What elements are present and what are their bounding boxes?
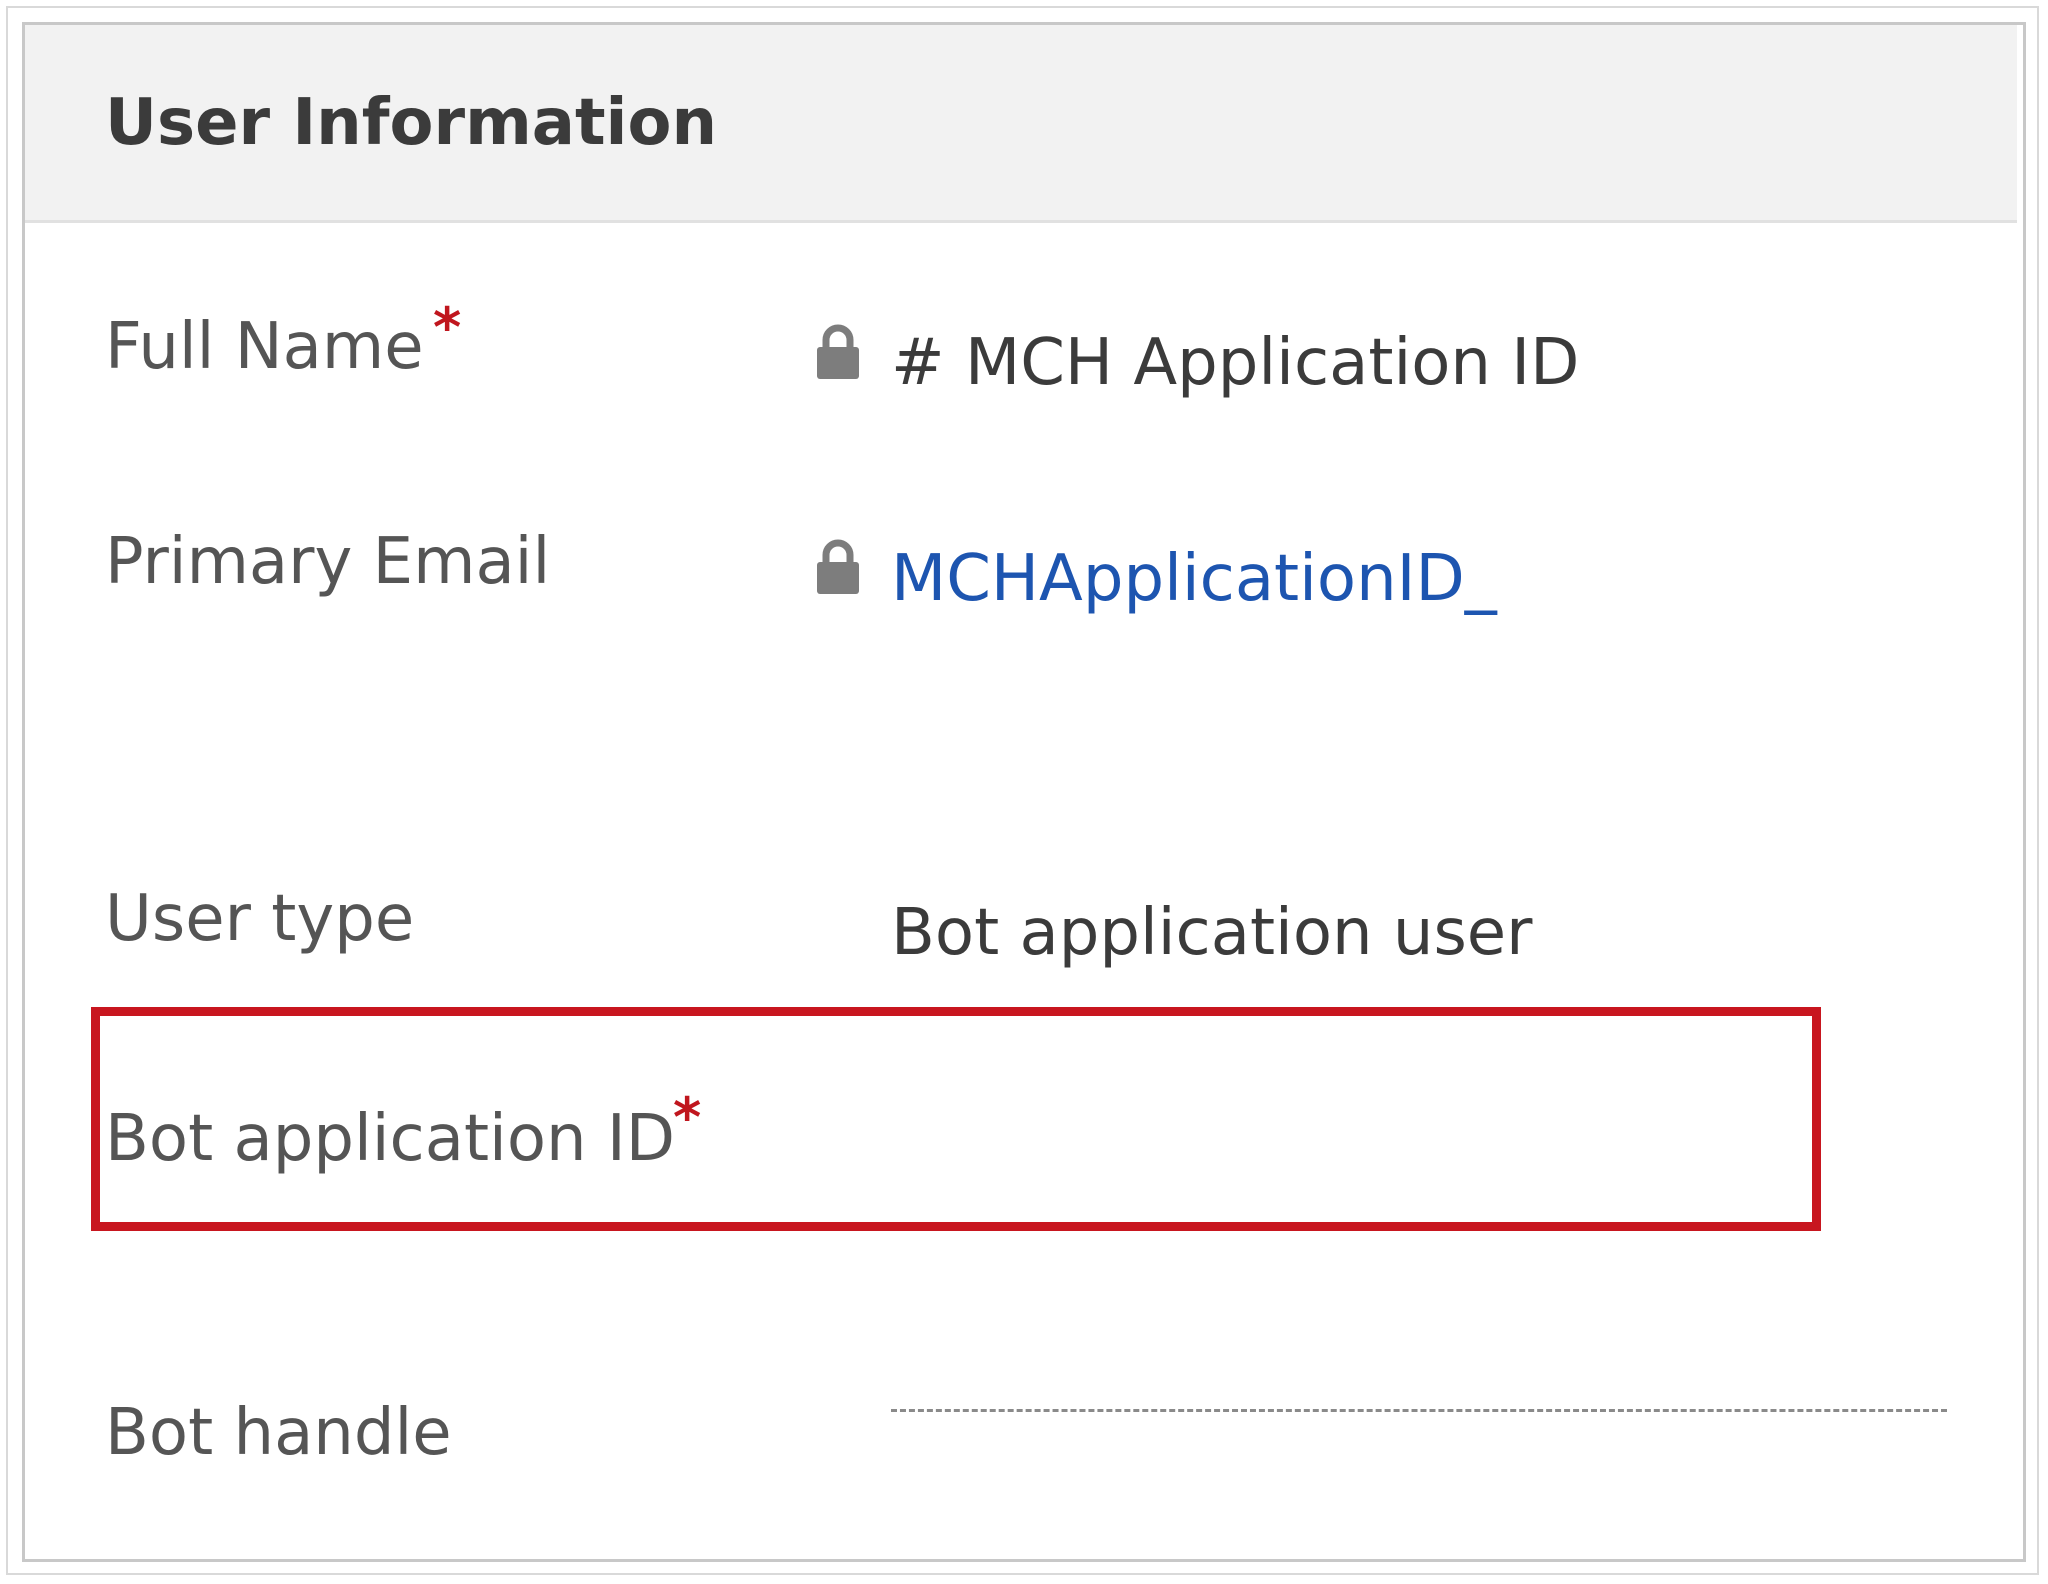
bot-handle-label: Bot handle bbox=[105, 1396, 452, 1470]
user-type-label: User type bbox=[105, 882, 415, 956]
lock-icon bbox=[815, 538, 861, 596]
user-information-card: User Information Full Name * # MCH Appli… bbox=[22, 22, 2026, 1562]
lock-icon bbox=[815, 323, 861, 381]
full-name-value: # MCH Application ID bbox=[891, 326, 1580, 400]
primary-email-link[interactable]: MCHApplicationID_ bbox=[891, 547, 1497, 611]
primary-email-label: Primary Email bbox=[105, 525, 551, 599]
section-header: User Information bbox=[25, 25, 2017, 223]
bot-application-id-value[interactable] bbox=[891, 1107, 1691, 1171]
full-name-label: Full Name bbox=[105, 310, 424, 384]
user-type-value: Bot application user bbox=[891, 896, 1533, 970]
bot-application-id-label: Bot application ID bbox=[105, 1102, 676, 1176]
section-title: User Information bbox=[105, 86, 717, 160]
full-name-required-mark: * bbox=[433, 296, 462, 359]
bot-application-id-required-mark: * bbox=[673, 1086, 702, 1149]
bot-handle-empty-input[interactable] bbox=[891, 1409, 1947, 1412]
